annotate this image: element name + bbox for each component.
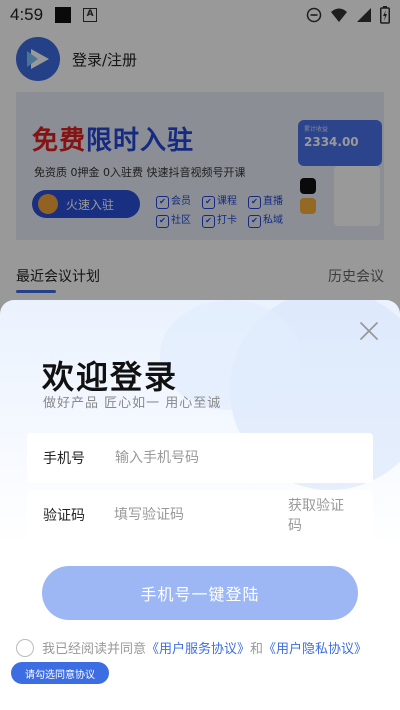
phone-input[interactable] (115, 450, 357, 466)
get-code-button[interactable]: 获取验证码 (288, 495, 357, 535)
agree-and: 和 (250, 642, 264, 657)
code-label: 验证码 (43, 508, 85, 524)
agree-checkbox[interactable] (16, 638, 34, 657)
phone-label: 手机号 (43, 451, 85, 467)
phone-field: 手机号 (27, 433, 373, 483)
login-slogan: 做好产品 匠心如一 用心至诚 (43, 396, 222, 411)
agreement-row: 我已经阅读并同意 《用户服务协议》 和 《用户隐私协议》 (16, 638, 367, 657)
agree-tip-tooltip: 请勾选同意协议 (11, 662, 109, 684)
agree-prefix: 我已经阅读并同意 (42, 642, 147, 657)
code-field: 验证码 获取验证码 (27, 490, 373, 540)
login-sheet: 欢迎登录 做好产品 匠心如一 用心至诚 手机号 验证码 获取验证码 手机号一键登… (0, 300, 400, 710)
privacy-agreement-link[interactable]: 《用户隐私协议》 (263, 638, 367, 657)
service-agreement-link[interactable]: 《用户服务协议》 (146, 638, 250, 657)
phone-login-button[interactable]: 手机号一键登陆 (42, 566, 358, 620)
close-icon[interactable] (358, 320, 380, 342)
code-input[interactable] (113, 507, 288, 523)
